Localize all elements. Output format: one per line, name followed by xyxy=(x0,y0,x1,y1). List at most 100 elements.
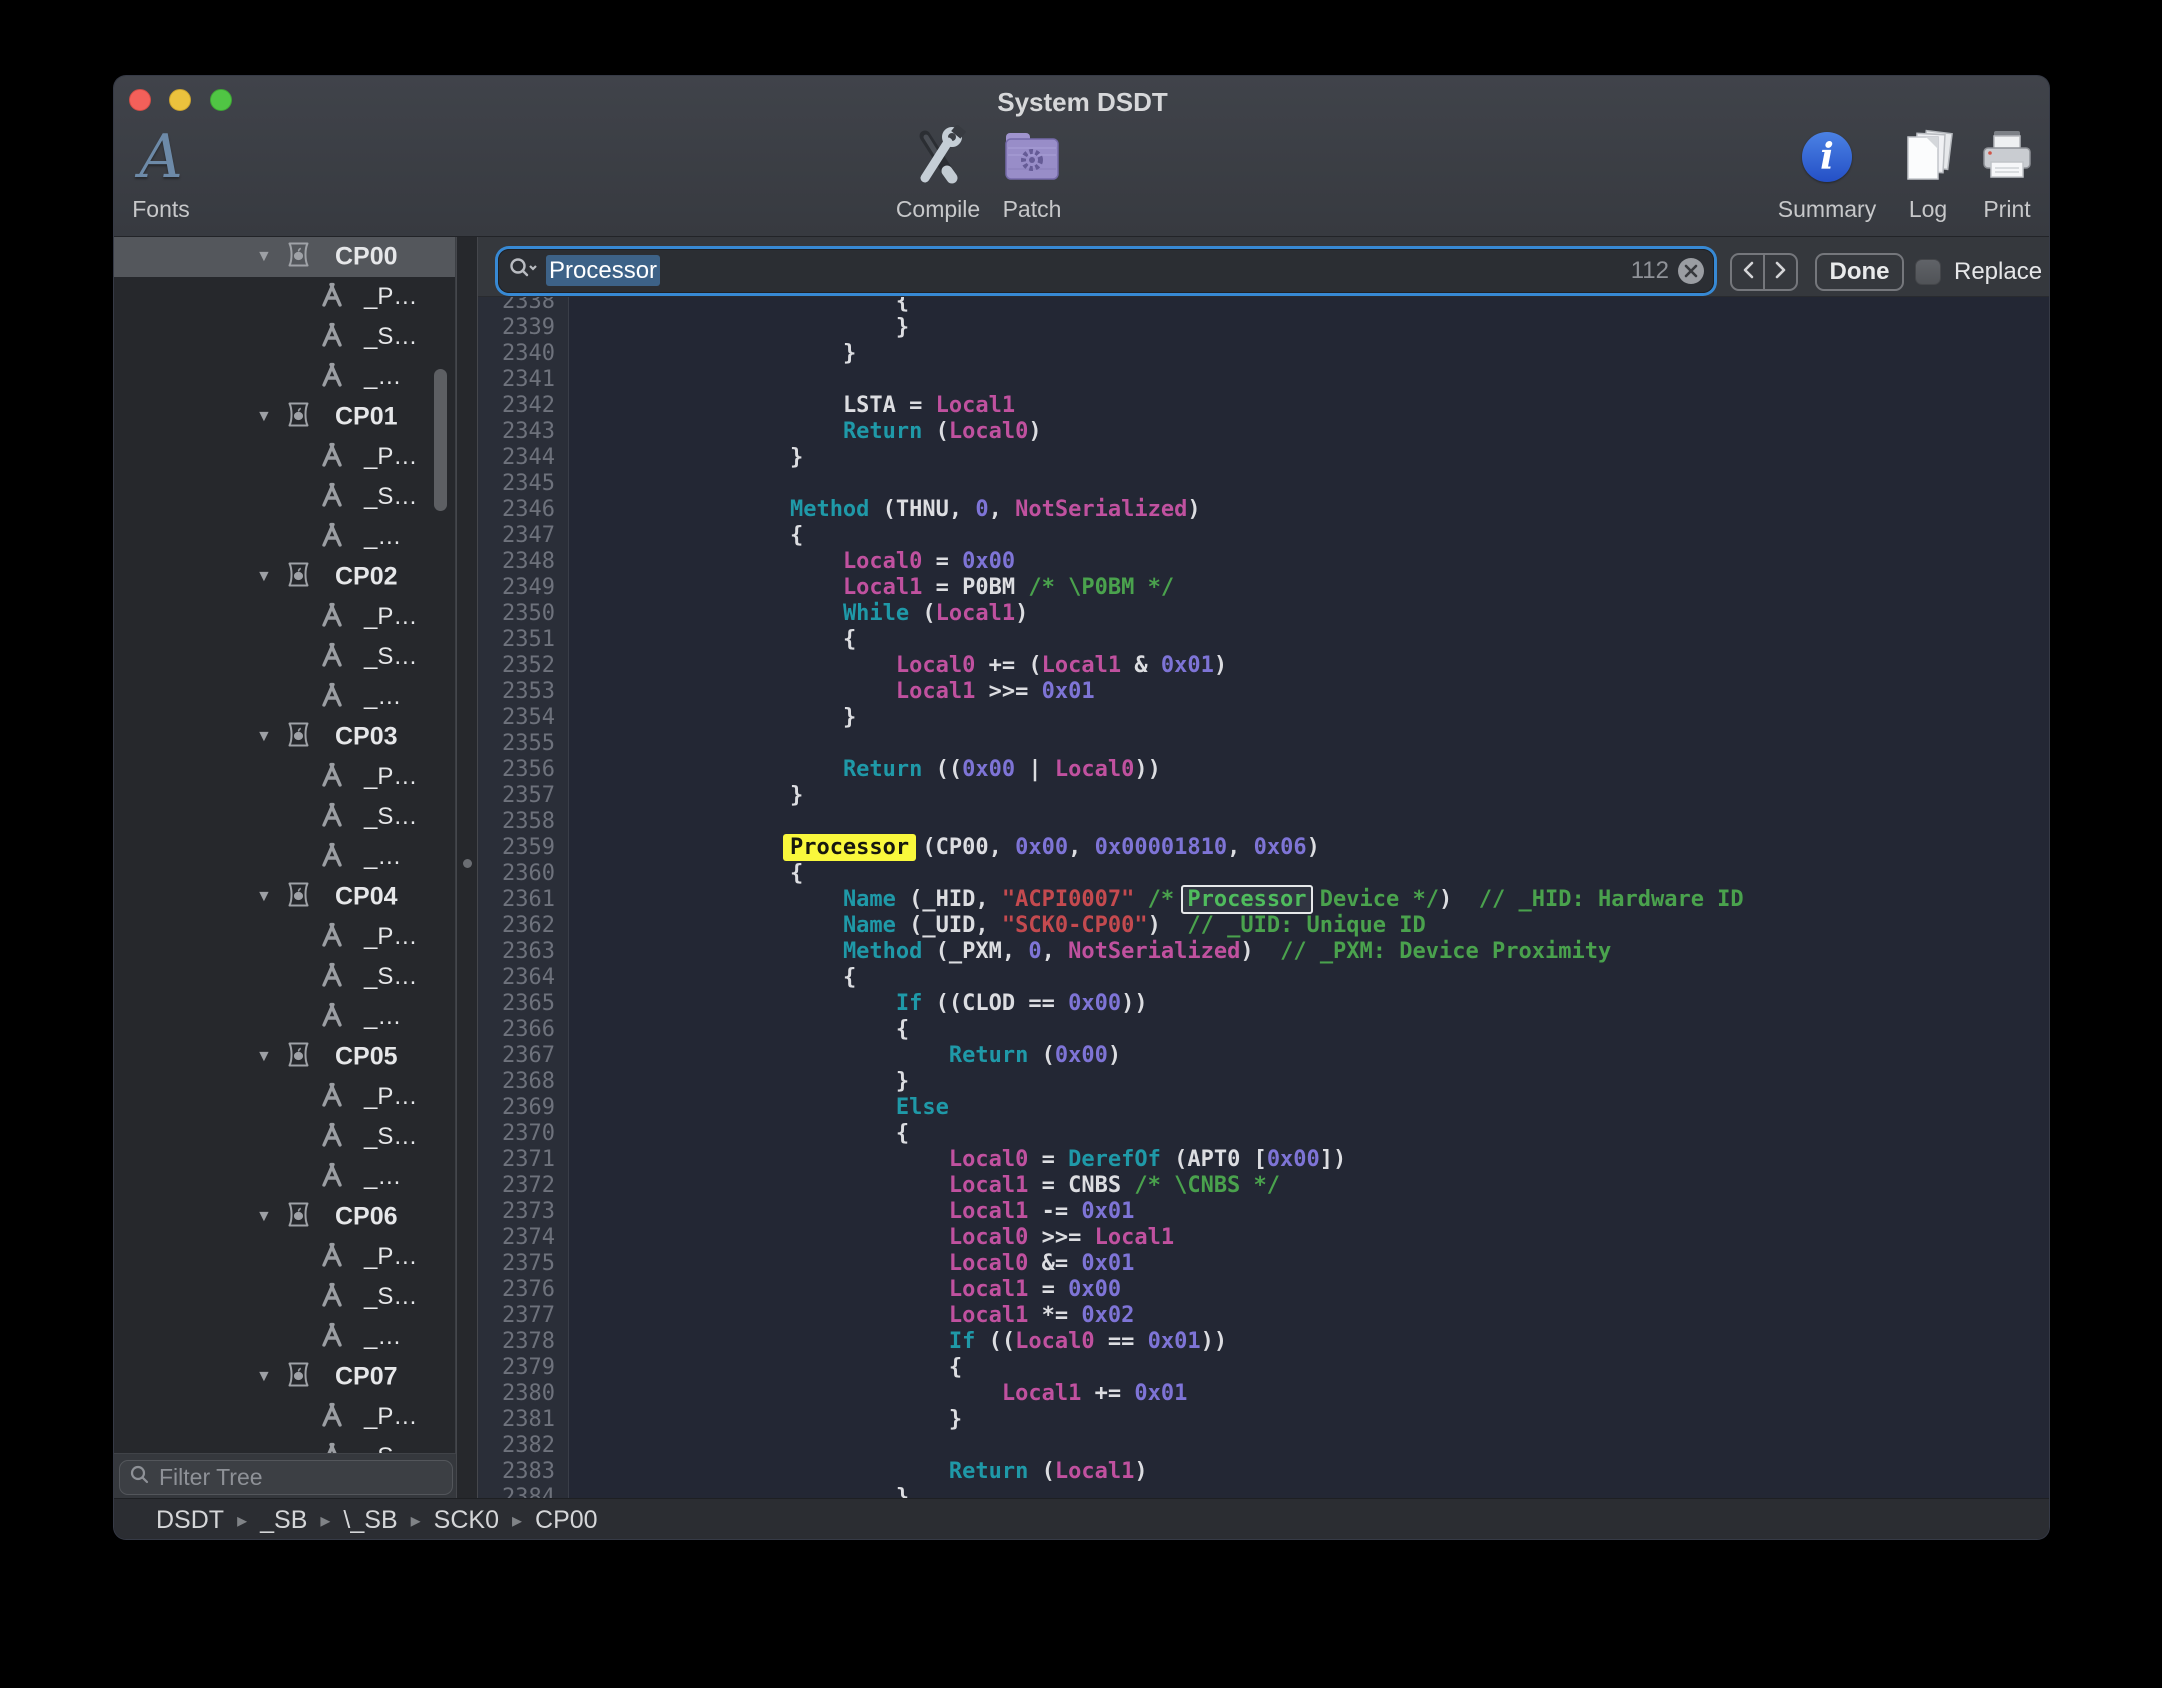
line-number: 2352 xyxy=(478,653,562,679)
code-line xyxy=(570,731,2050,757)
line-number: 2365 xyxy=(478,991,562,1017)
tree-row-_S[interactable]: _S… xyxy=(114,317,455,357)
breadcrumb-item-_SB[interactable]: \_SB xyxy=(343,1506,397,1535)
tree-row-_[interactable]: _… xyxy=(114,1157,455,1197)
disclosure-triangle-icon[interactable]: ▼ xyxy=(256,248,272,266)
tree-row-_S[interactable]: _S… xyxy=(114,1117,455,1157)
code-line: Local1 *= 0x02 xyxy=(570,1303,2050,1329)
tree-row-CP05[interactable]: ▼ CP05 xyxy=(114,1037,455,1077)
code-line: Local1 -= 0x01 xyxy=(570,1199,2050,1225)
code-line xyxy=(570,1433,2050,1459)
tree-row-_P[interactable]: _P… xyxy=(114,757,455,797)
fonts-button[interactable]: A Fonts xyxy=(121,124,201,230)
line-number: 2357 xyxy=(478,783,562,809)
tree-row-_[interactable]: _… xyxy=(114,997,455,1037)
tree-row-CP03[interactable]: ▼ CP03 xyxy=(114,717,455,757)
tree-row-label: CP03 xyxy=(335,723,398,752)
tree-row-label: _… xyxy=(364,843,401,871)
method-icon xyxy=(317,640,347,675)
method-icon xyxy=(317,600,347,635)
tree-row-_S[interactable]: _S… xyxy=(114,637,455,677)
tree-row-_S[interactable]: _S… xyxy=(114,1277,455,1317)
breadcrumb-item-_SB[interactable]: _SB xyxy=(260,1506,307,1535)
tree-row-_P[interactable]: _P… xyxy=(114,1397,455,1437)
tree-row-label: _… xyxy=(364,683,401,711)
method-icon xyxy=(317,800,347,835)
disclosure-triangle-icon[interactable]: ▼ xyxy=(256,728,272,746)
method-icon xyxy=(317,320,347,355)
tree-row-_S[interactable]: _S… xyxy=(114,957,455,997)
breadcrumb-item-CP00[interactable]: CP00 xyxy=(535,1506,598,1535)
summary-label: Summary xyxy=(1778,196,1876,223)
disclosure-triangle-icon[interactable]: ▼ xyxy=(256,568,272,586)
tree-row-_[interactable]: _… xyxy=(114,357,455,397)
done-button[interactable]: Done xyxy=(1815,253,1904,291)
tree-row-_[interactable]: _… xyxy=(114,677,455,717)
find-next-button[interactable] xyxy=(1763,255,1796,289)
tree-row-CP07[interactable]: ▼ CP07 xyxy=(114,1357,455,1397)
tree-row-label: _P… xyxy=(364,763,417,791)
code-editor[interactable]: 2338233923402341234223432344234523462347… xyxy=(478,297,2050,1498)
chevron-left-icon xyxy=(1741,260,1755,285)
filter-tree-input[interactable]: Filter Tree xyxy=(119,1460,453,1495)
sidebar-tree[interactable]: ▼ CP00 _P… _S… _… ▼ CP01 _P… _S… xyxy=(114,237,456,1453)
code-line: { xyxy=(570,861,2050,887)
breadcrumb-item-DSDT[interactable]: DSDT xyxy=(156,1506,224,1535)
disclosure-triangle-icon[interactable]: ▼ xyxy=(256,408,272,426)
method-icon xyxy=(317,440,347,475)
tree-row-label: _S… xyxy=(364,643,417,671)
tree-row-_[interactable]: _… xyxy=(114,517,455,557)
tree-row-_S[interactable]: _S… xyxy=(114,797,455,837)
find-previous-button[interactable] xyxy=(1732,255,1763,289)
sidebar-scrollbar[interactable] xyxy=(434,369,447,511)
tree-row-_P[interactable]: _P… xyxy=(114,277,455,317)
tree-row-_P[interactable]: _P… xyxy=(114,437,455,477)
print-button[interactable]: Print xyxy=(1957,124,2050,230)
tree-row-CP04[interactable]: ▼ CP04 xyxy=(114,877,455,917)
tree-row-label: _S… xyxy=(364,963,417,991)
code-line: } xyxy=(570,341,2050,367)
line-number: 2363 xyxy=(478,939,562,965)
breadcrumb-item-SCK0[interactable]: SCK0 xyxy=(434,1506,499,1535)
divider-handle-icon xyxy=(463,859,472,868)
summary-button[interactable]: i Summary xyxy=(1767,124,1887,230)
patch-button[interactable]: Patch xyxy=(972,124,1092,230)
code-line: LSTA = Local1 xyxy=(570,393,2050,419)
line-number: 2348 xyxy=(478,549,562,575)
code-line: } xyxy=(570,1069,2050,1095)
line-number: 2366 xyxy=(478,1017,562,1043)
tree-row-_P[interactable]: _P… xyxy=(114,597,455,637)
tree-row-_P[interactable]: _P… xyxy=(114,1077,455,1117)
fonts-a-icon: A xyxy=(139,124,182,190)
method-icon xyxy=(317,840,347,875)
replace-checkbox[interactable] xyxy=(1915,259,1941,285)
method-icon xyxy=(317,480,347,515)
code-line xyxy=(570,471,2050,497)
clear-search-icon[interactable] xyxy=(1678,258,1704,284)
tree-row-_P[interactable]: _P… xyxy=(114,1237,455,1277)
disclosure-triangle-icon[interactable]: ▼ xyxy=(256,1208,272,1226)
tree-row-label: _… xyxy=(364,363,401,391)
disclosure-triangle-icon[interactable]: ▼ xyxy=(256,1368,272,1386)
tree-row-_[interactable]: _… xyxy=(114,1317,455,1357)
line-number: 2358 xyxy=(478,809,562,835)
search-input[interactable]: Processor 112 xyxy=(498,249,1714,293)
tree-row-CP02[interactable]: ▼ CP02 xyxy=(114,557,455,597)
disclosure-triangle-icon[interactable]: ▼ xyxy=(256,1048,272,1066)
code-line: } xyxy=(570,315,2050,341)
tree-row-_[interactable]: _… xyxy=(114,837,455,877)
tree-row-_S[interactable]: _S… xyxy=(114,477,455,517)
disclosure-triangle-icon[interactable]: ▼ xyxy=(256,888,272,906)
line-number: 2339 xyxy=(478,315,562,341)
tree-row-_P[interactable]: _P… xyxy=(114,917,455,957)
tree-row-_S[interactable]: _S… xyxy=(114,1437,455,1453)
line-number: 2367 xyxy=(478,1043,562,1069)
line-number: 2342 xyxy=(478,393,562,419)
tree-row-CP06[interactable]: ▼ CP06 xyxy=(114,1197,455,1237)
line-number: 2351 xyxy=(478,627,562,653)
log-documents-icon xyxy=(1899,124,1957,190)
method-icon xyxy=(317,360,347,395)
pane-divider[interactable] xyxy=(456,237,478,1498)
tree-row-CP00[interactable]: ▼ CP00 xyxy=(114,237,455,277)
tree-row-CP01[interactable]: ▼ CP01 xyxy=(114,397,455,437)
